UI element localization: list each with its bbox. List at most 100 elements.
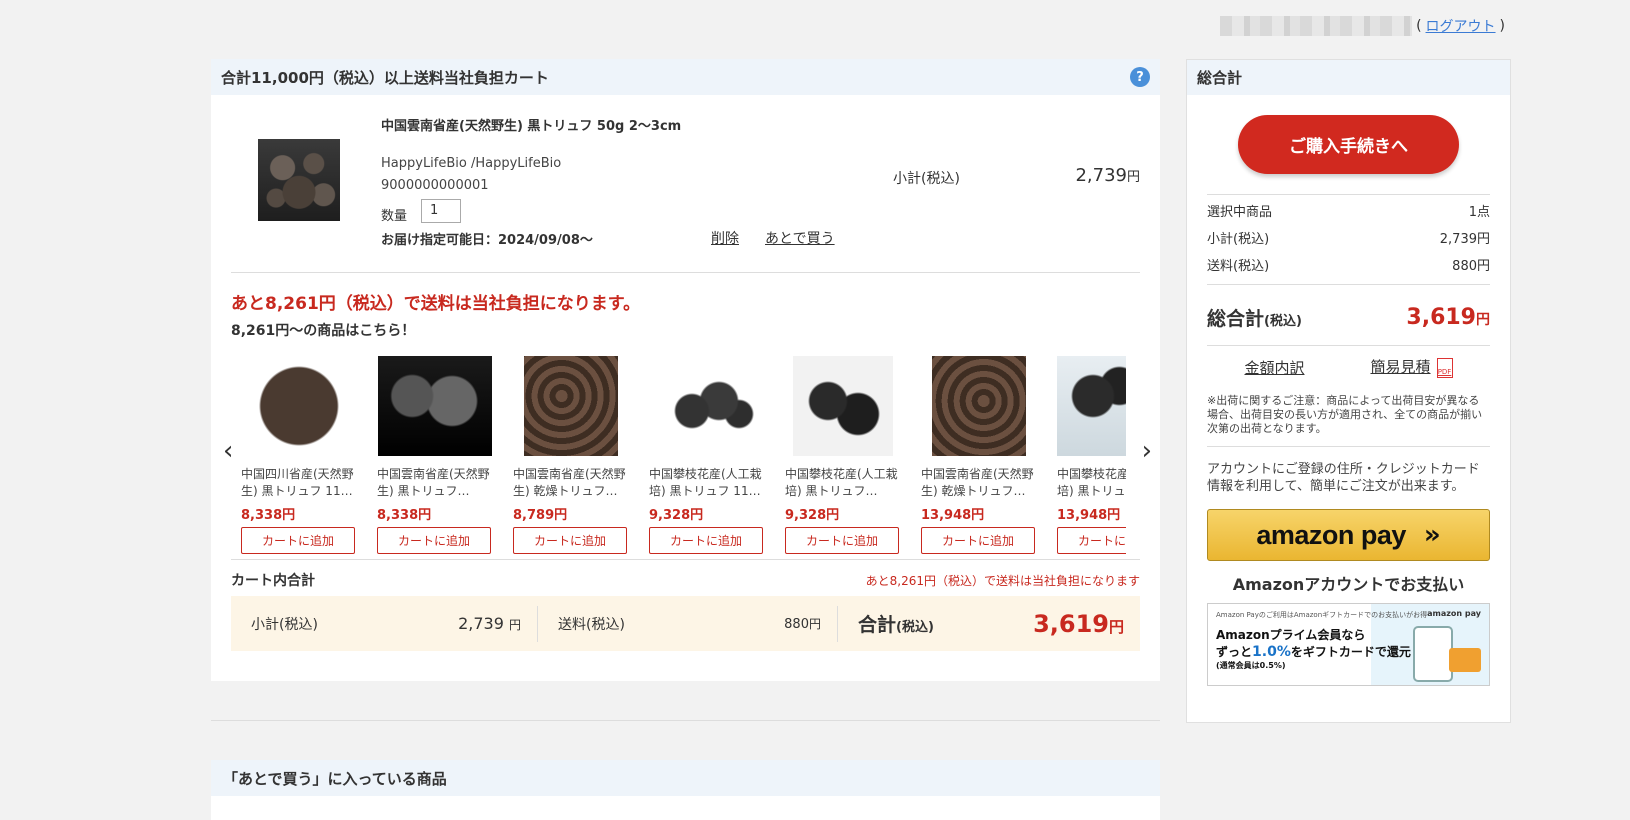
paren-close: ) [1499, 18, 1505, 34]
total-grand-value: 3,619円 [1033, 609, 1124, 638]
total-subtotal-value: 2,739 円 [458, 614, 521, 633]
product-thumb[interactable] [932, 356, 1026, 456]
carousel-next-icon[interactable]: › [1142, 436, 1152, 466]
add-to-cart-button[interactable]: カートに追加 [649, 527, 763, 554]
paren-open: ( [1416, 18, 1422, 34]
amazon-prime-banner[interactable]: Amazon Payのご利用はAmazonギフトカードでのお支払いがお得 ama… [1207, 603, 1490, 686]
buy-later-panel: 「あとで買う」に入っている商品 [211, 760, 1160, 820]
cart-panel: 合計11,000円（税込）以上送料当社負担カート ? 中国雲南省産(天然野生) … [211, 59, 1160, 681]
carousel-product: 中国雲南省産(天然野生) 黒トリュフ… 8,338円 カートに追加 [377, 356, 493, 554]
estimate-link[interactable]: 簡易見積 PDF [1371, 356, 1453, 378]
product-price: 8,338円 [241, 508, 296, 523]
buy-later-header: 「あとで買う」に入っている商品 [211, 760, 1160, 796]
amazon-pay-logo: amazon pay [1256, 519, 1406, 550]
product-price: 9,328円 [649, 508, 704, 523]
add-to-cart-button[interactable]: カートに追加 [785, 527, 899, 554]
free-shipping-sub: 8,261円〜の商品はこちら！ [231, 323, 416, 339]
carousel-prev-icon[interactable]: ‹ [223, 436, 233, 466]
cart-item: 中国雲南省産(天然野生) 黒トリュフ 50g 2〜3cm HappyLifeBi… [231, 95, 1140, 273]
carousel-product: 中国攀枝花産(人工栽培) 黒トリュフ 13,948円 カートに追加 [1057, 356, 1126, 554]
quantity-label: 数量 [381, 209, 408, 224]
product-name[interactable]: 中国四川省産(天然野生) 黒トリュフ 11… [241, 466, 357, 500]
product-name[interactable]: 中国攀枝花産(人工栽培) 黒トリュフ… [785, 466, 901, 500]
summary-header: 総合計 [1187, 60, 1510, 95]
item-subtotal-label: 小計(税込) [893, 171, 960, 187]
cart-total: カート内合計 あと8,261円（税込）で送料は当社負担になります 小計(税込) … [231, 568, 1140, 651]
product-thumb[interactable] [793, 356, 893, 456]
product-price: 9,328円 [785, 508, 840, 523]
product-thumb[interactable] [524, 356, 618, 456]
quantity-input[interactable]: 1 [421, 199, 461, 223]
pdf-icon: PDF [1436, 357, 1453, 378]
grand-value: 3,619円 [1406, 304, 1490, 330]
delete-link[interactable]: 削除 [711, 228, 739, 248]
section-divider [211, 720, 1160, 721]
shop-name: HappyLifeBio /HappyLifeBio [381, 156, 562, 171]
product-thumb[interactable] [244, 356, 354, 456]
user-bar: ( ログアウト ) [1220, 16, 1505, 36]
product-thumb[interactable] [1057, 356, 1126, 456]
product-name[interactable]: 中国雲南省産(天然野生) 黒トリュフ 50g 2〜3cm [381, 115, 681, 134]
summary-row: 選択中商品 1点 [1207, 205, 1490, 220]
total-subtotal-label: 小計(税込) [251, 616, 318, 633]
double-chevron-icon: » [1423, 520, 1441, 550]
cart-header: 合計11,000円（税込）以上送料当社負担カート ? [211, 59, 1160, 95]
shipping-note: ※出荷に関するご注意：商品によって出荷目安が異なる場合、出荷目安の長い方が適用さ… [1207, 394, 1483, 435]
checkout-button[interactable]: ご購入手続きへ [1238, 115, 1459, 174]
account-note: アカウントにご登録の住所・クレジットカード情報を利用して、簡単にご注文が出来ます… [1207, 462, 1480, 494]
summary-panel: 総合計 ご購入手続きへ 選択中商品 1点 小計(税込) 2,739円 送料(税込) 8… [1186, 59, 1511, 723]
item-actions: 削除 あとで買う [711, 228, 835, 248]
add-to-cart-button[interactable]: カートに追加 [377, 527, 491, 554]
summary-links: 金額内訳 簡易見積 PDF [1207, 346, 1490, 388]
add-to-cart-button[interactable]: カートに追加 [513, 527, 627, 554]
summary-row: 小計(税込) 2,739円 [1207, 232, 1490, 247]
summary-row: 送料(税込) 880円 [1207, 259, 1490, 274]
delivery-date: お届け指定可能日：2024/09/08〜 [381, 233, 593, 248]
product-thumb[interactable] [378, 356, 492, 456]
banner-brand: amazon pay [1427, 609, 1481, 618]
item-subtotal-value: 2,739円 [1075, 165, 1140, 186]
carousel-product: 中国四川省産(天然野生) 黒トリュフ 11… 8,338円 カートに追加 [241, 356, 357, 554]
product-name[interactable]: 中国雲南省産(天然野生) 乾燥トリュフ… [921, 466, 1037, 500]
total-shipping-label: 送料(税込) [558, 616, 625, 633]
cart-total-note: あと8,261円（税込）で送料は当社負担になります [865, 573, 1140, 588]
product-carousel: ‹ 中国四川省産(天然野生) 黒トリュフ 11… 8,338円 カートに追加 中… [223, 356, 1152, 560]
carousel-product: 中国攀枝花産(人工栽培) 黒トリュフ… 9,328円 カートに追加 [785, 356, 901, 554]
product-name[interactable]: 中国攀枝花産(人工栽培) 黒トリュフ [1057, 466, 1126, 500]
total-grand: 合計(税込) 3,619円 [837, 605, 1140, 642]
amazon-pay-caption: Amazonアカウントでお支払い [1232, 575, 1465, 594]
total-shipping: 送料(税込) 880円 [537, 605, 837, 642]
buy-later-link[interactable]: あとで買う [765, 228, 835, 248]
grand-label: 総合計(税込) [1207, 307, 1302, 330]
add-to-cart-button[interactable]: カートに追加 [241, 527, 355, 554]
add-to-cart-button[interactable]: カートに追加 [1057, 527, 1126, 554]
amazon-pay-button[interactable]: amazon pay » [1207, 509, 1490, 561]
product-price: 13,948円 [1057, 508, 1121, 523]
carousel-product: 中国雲南省産(天然野生) 乾燥トリュフ… 8,789円 カートに追加 [513, 356, 629, 554]
user-name-blurred [1220, 16, 1413, 36]
logout-link[interactable]: ログアウト [1426, 16, 1496, 36]
breakdown-link[interactable]: 金額内訳 [1244, 357, 1304, 378]
carousel-product: 中国雲南省産(天然野生) 乾燥トリュフ… 13,948円 カートに追加 [921, 356, 1037, 554]
cart-title: 合計11,000円（税込）以上送料当社負担カート [221, 68, 549, 87]
total-grand-label: 合計(税込) [858, 614, 934, 636]
product-name[interactable]: 中国雲南省産(天然野生) 乾燥トリュフ… [513, 466, 629, 500]
phone-illustration [1413, 626, 1453, 682]
help-icon[interactable]: ? [1130, 67, 1150, 87]
cart-total-box: 小計(税込) 2,739 円 送料(税込) 880円 合計(税込) 3,619円 [231, 596, 1140, 651]
product-price: 13,948円 [921, 508, 985, 523]
product-thumb[interactable] [657, 356, 757, 456]
carousel-product: 中国攀枝花産(人工栽培) 黒トリュフ 11… 9,328円 カートに追加 [649, 356, 765, 554]
product-price: 8,789円 [513, 508, 568, 523]
carousel-track: 中国四川省産(天然野生) 黒トリュフ 11… 8,338円 カートに追加 中国雲… [241, 356, 1126, 556]
cart-total-title: カート内合計 [231, 573, 315, 589]
product-name[interactable]: 中国雲南省産(天然野生) 黒トリュフ… [377, 466, 493, 500]
product-image[interactable] [258, 139, 340, 221]
add-to-cart-button[interactable]: カートに追加 [921, 527, 1035, 554]
total-subtotal: 小計(税込) 2,739 円 [231, 606, 537, 642]
product-name[interactable]: 中国攀枝花産(人工栽培) 黒トリュフ 11… [649, 466, 765, 500]
product-price: 8,338円 [377, 508, 432, 523]
gift-card-illustration [1449, 648, 1481, 672]
summary-grand-total: 総合計(税込) 3,619円 [1207, 289, 1490, 345]
free-shipping-message: あと8,261円（税込）で送料は当社負担になります。 [231, 294, 641, 314]
